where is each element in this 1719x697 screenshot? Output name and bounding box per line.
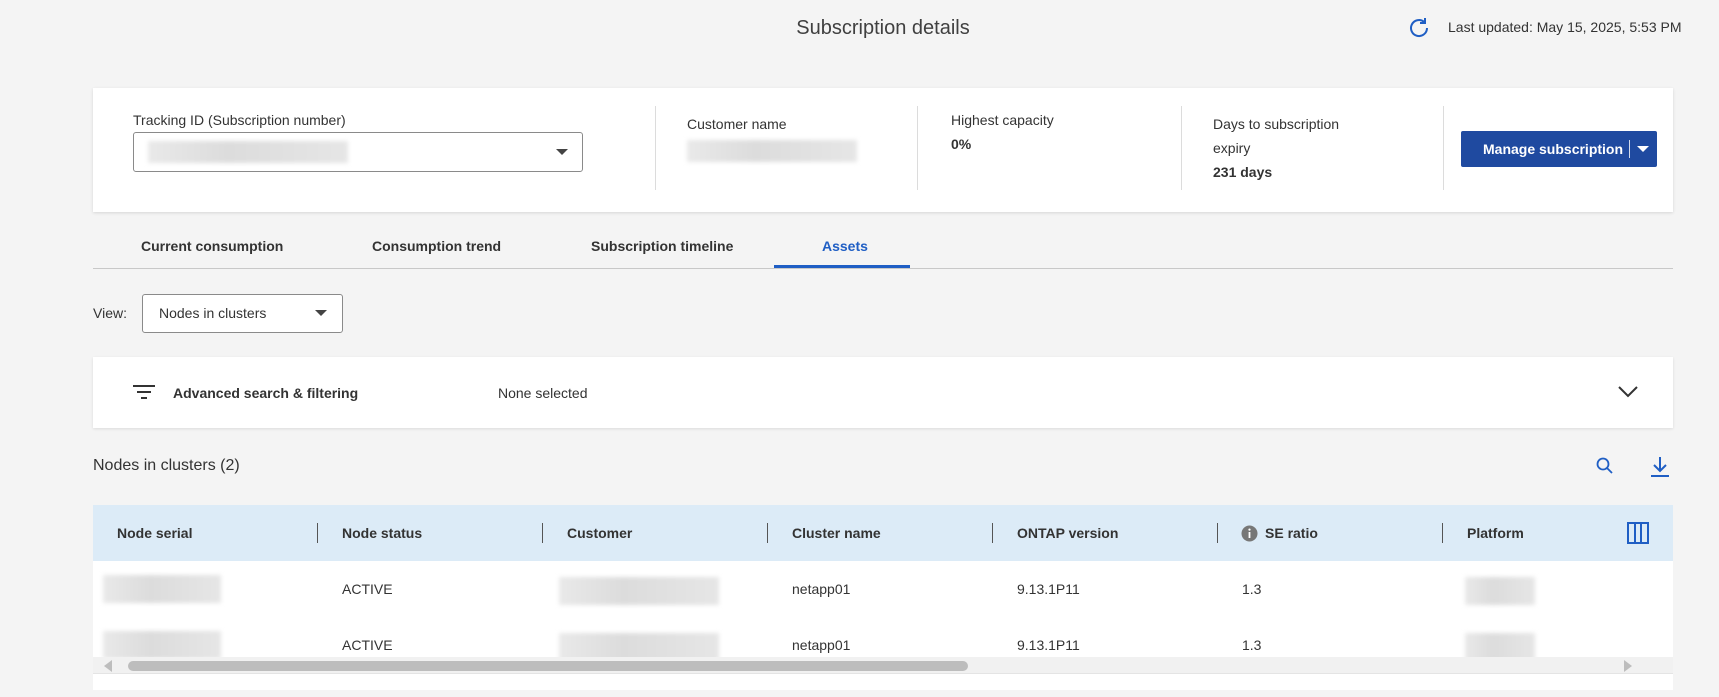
advanced-filter-label: Advanced search & filtering bbox=[173, 385, 359, 401]
tab-consumption-trend[interactable]: Consumption trend bbox=[372, 238, 501, 254]
subscription-summary-card: Tracking ID (Subscription number) Custom… bbox=[93, 88, 1673, 212]
view-select[interactable]: Nodes in clusters bbox=[142, 294, 343, 333]
advanced-filter-panel[interactable]: Advanced search & filtering None selecte… bbox=[93, 357, 1673, 428]
chevron-down-icon[interactable] bbox=[1637, 146, 1649, 152]
customer-name-value-redacted bbox=[687, 140, 857, 162]
expiry-label-line2: expiry bbox=[1213, 140, 1251, 156]
highest-capacity-value: 0% bbox=[951, 136, 972, 152]
column-header-se-ratio[interactable]: SE ratio bbox=[1265, 525, 1318, 541]
download-icon[interactable] bbox=[1649, 455, 1671, 479]
column-divider[interactable] bbox=[542, 523, 543, 543]
scroll-right-icon[interactable] bbox=[1623, 660, 1633, 672]
column-header-platform[interactable]: Platform bbox=[1467, 525, 1524, 541]
ontap-version-cell: 9.13.1P11 bbox=[1017, 581, 1080, 597]
chevron-down-icon[interactable] bbox=[1617, 385, 1639, 399]
tracking-id-select[interactable] bbox=[133, 132, 583, 172]
filter-icon bbox=[133, 385, 155, 399]
platform-cell-redacted bbox=[1465, 577, 1535, 605]
tracking-id-label: Tracking ID (Subscription number) bbox=[133, 112, 346, 128]
node-serial-redacted bbox=[103, 575, 221, 603]
ontap-version-cell: 9.13.1P11 bbox=[1017, 637, 1080, 653]
tab-subscription-timeline[interactable]: Subscription timeline bbox=[591, 238, 733, 254]
column-header-ontap-version[interactable]: ONTAP version bbox=[1017, 525, 1118, 541]
scroll-left-icon[interactable] bbox=[103, 660, 113, 672]
expiry-value: 231 days bbox=[1213, 164, 1273, 180]
view-label: View: bbox=[93, 305, 127, 321]
node-status-cell: ACTIVE bbox=[342, 637, 393, 653]
nodes-table: Node serial Node status Customer Cluster… bbox=[93, 505, 1673, 690]
divider bbox=[1181, 106, 1182, 190]
button-separator bbox=[1629, 140, 1630, 158]
divider bbox=[1443, 106, 1444, 190]
horizontal-scrollbar[interactable] bbox=[93, 657, 1673, 673]
table-row[interactable]: ACTIVE netapp01 9.13.1P11 1.3 bbox=[93, 561, 1673, 618]
column-divider[interactable] bbox=[1217, 523, 1218, 543]
table-title: Nodes in clusters (2) bbox=[93, 457, 240, 474]
search-icon[interactable] bbox=[1596, 457, 1614, 475]
divider bbox=[917, 106, 918, 190]
chevron-down-icon bbox=[315, 310, 327, 316]
table-header: Node serial Node status Customer Cluster… bbox=[93, 505, 1673, 561]
filter-status: None selected bbox=[498, 385, 588, 401]
se-ratio-cell: 1.3 bbox=[1242, 637, 1262, 653]
cluster-name-cell: netapp01 bbox=[792, 581, 851, 597]
column-divider[interactable] bbox=[767, 523, 768, 543]
column-header-node-status[interactable]: Node status bbox=[342, 525, 422, 541]
column-divider[interactable] bbox=[317, 523, 318, 543]
column-header-cluster-name[interactable]: Cluster name bbox=[792, 525, 881, 541]
highest-capacity-label: Highest capacity bbox=[951, 112, 1054, 128]
column-divider[interactable] bbox=[1442, 523, 1443, 543]
column-header-customer[interactable]: Customer bbox=[567, 525, 632, 541]
node-status-cell: ACTIVE bbox=[342, 581, 393, 597]
column-header-node-serial[interactable]: Node serial bbox=[117, 525, 192, 541]
active-tab-indicator bbox=[774, 265, 910, 268]
scrollbar-thumb[interactable] bbox=[128, 661, 968, 671]
tab-current-consumption[interactable]: Current consumption bbox=[141, 238, 283, 254]
tab-assets[interactable]: Assets bbox=[822, 238, 868, 254]
info-icon[interactable] bbox=[1241, 525, 1258, 542]
refresh-icon[interactable] bbox=[1406, 15, 1432, 41]
customer-cell-redacted bbox=[559, 577, 719, 605]
divider bbox=[655, 106, 656, 190]
manage-subscription-label: Manage subscription bbox=[1483, 141, 1624, 157]
columns-icon[interactable] bbox=[1627, 522, 1649, 544]
chevron-down-icon bbox=[556, 149, 568, 155]
se-ratio-cell: 1.3 bbox=[1242, 581, 1262, 597]
column-divider[interactable] bbox=[992, 523, 993, 543]
last-updated-text: Last updated: May 15, 2025, 5:53 PM bbox=[1448, 19, 1682, 35]
tab-bar: Current consumption Consumption trend Su… bbox=[93, 230, 1673, 269]
manage-subscription-button[interactable]: Manage subscription bbox=[1461, 131, 1657, 167]
cluster-name-cell: netapp01 bbox=[792, 637, 851, 653]
expiry-label-line1: Days to subscription bbox=[1213, 116, 1340, 132]
view-select-value: Nodes in clusters bbox=[159, 305, 267, 321]
node-serial-redacted bbox=[103, 631, 221, 659]
tracking-id-value-redacted bbox=[148, 141, 348, 163]
customer-name-label: Customer name bbox=[687, 116, 787, 132]
